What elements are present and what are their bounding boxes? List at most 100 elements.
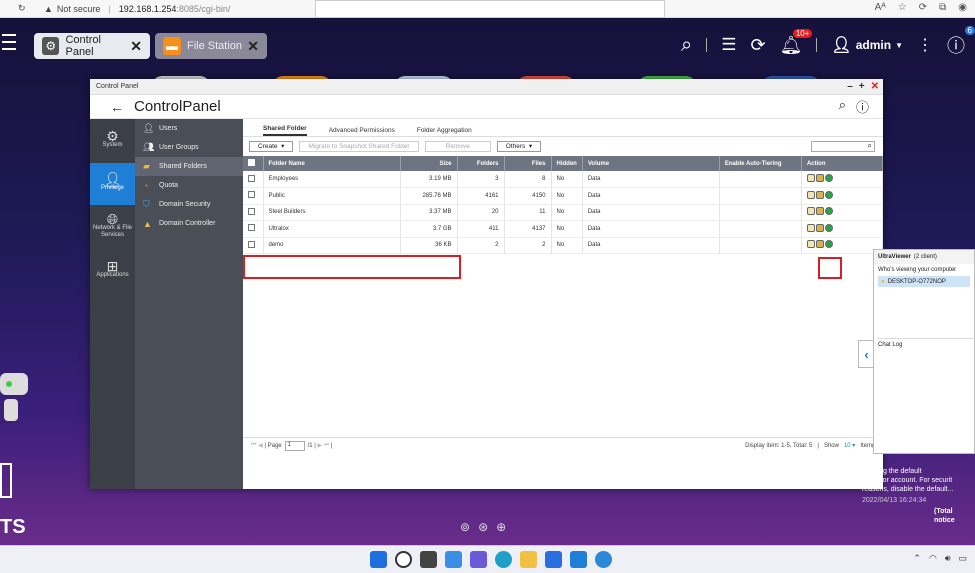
close-icon[interactable]: ✕ bbox=[247, 38, 259, 55]
column-header[interactable]: Size bbox=[400, 156, 458, 171]
refresh-icon[interactable] bbox=[824, 190, 833, 199]
more-options-icon[interactable]: ⋮ bbox=[917, 35, 933, 55]
sidebar-item-users[interactable]: 👤︎ Users bbox=[135, 119, 243, 138]
prev-page-icon[interactable]: ◀ bbox=[258, 442, 263, 449]
category-system[interactable]: ⚙ System bbox=[90, 119, 135, 163]
user-menu[interactable]: 👤︎ admin ▼ bbox=[831, 35, 903, 55]
help-icon[interactable]: ⓘ bbox=[856, 97, 869, 116]
table-row[interactable]: Employees 3.19 MB 3 8 No Data bbox=[243, 171, 884, 188]
search-icon[interactable]: ⌕ bbox=[681, 34, 692, 57]
permissions-icon[interactable] bbox=[815, 190, 824, 199]
volume-icon[interactable]: 🔊︎ bbox=[945, 553, 951, 564]
table-row[interactable]: Public 285.76 MB 4161 4150 No Data bbox=[243, 187, 884, 205]
edit-icon[interactable] bbox=[806, 240, 815, 249]
tab-file-station[interactable]: ▬ File Station ✕ bbox=[155, 33, 267, 59]
edit-icon[interactable] bbox=[806, 223, 815, 232]
migrate-button[interactable]: Migrate to Snapshot Shared Folder bbox=[299, 140, 419, 152]
client-list-item[interactable]: ● DESKTOP-O772NOP bbox=[878, 276, 970, 287]
ultraviewer-collapse-button[interactable]: ‹ bbox=[858, 340, 874, 368]
chat-icon[interactable] bbox=[470, 551, 487, 568]
sync-icon[interactable]: ⟳ bbox=[750, 35, 765, 56]
row-checkbox[interactable] bbox=[248, 207, 255, 215]
battery-icon[interactable]: ▭ bbox=[958, 553, 967, 564]
select-all-checkbox[interactable] bbox=[248, 159, 255, 166]
start-icon[interactable] bbox=[370, 551, 387, 568]
info-icon[interactable]: ⓘ 6 bbox=[947, 26, 975, 58]
profile-icon[interactable]: ◉ bbox=[958, 2, 967, 13]
reload-icon[interactable]: ↻ bbox=[18, 3, 32, 14]
table-row[interactable]: demo 36 KB 2 2 No Data bbox=[243, 237, 884, 254]
category-network[interactable]: 🌐︎ Network & File Services bbox=[90, 205, 135, 249]
dock-icon[interactable]: ⊛ bbox=[478, 520, 488, 534]
edit-icon[interactable] bbox=[806, 190, 815, 199]
menu-icon[interactable] bbox=[2, 34, 16, 55]
widgets-icon[interactable] bbox=[445, 551, 462, 568]
mail-icon[interactable] bbox=[570, 551, 587, 568]
category-applications[interactable]: ⊞ Applications bbox=[90, 249, 135, 293]
row-checkbox[interactable] bbox=[248, 174, 255, 182]
permissions-icon[interactable] bbox=[815, 174, 824, 182]
table-row[interactable]: Ultralox 3.7 GB 411 4137 No Data bbox=[243, 220, 884, 238]
sidebar-item-domain-security[interactable]: ⛉ Domain Security bbox=[135, 195, 243, 214]
page-input[interactable]: 1 bbox=[284, 440, 305, 451]
dock-icon[interactable]: ⊕ bbox=[496, 520, 506, 534]
sidebar-item-domain-controller[interactable]: ▲ Domain Controller bbox=[135, 214, 243, 233]
edit-icon[interactable] bbox=[806, 207, 815, 216]
search-icon[interactable] bbox=[395, 551, 412, 568]
category-privilege[interactable]: 👤︎ Privilege bbox=[90, 163, 135, 205]
next-page-icon[interactable]: ▶ bbox=[318, 442, 323, 449]
tab-shared-folder[interactable]: Shared Folder bbox=[263, 125, 307, 136]
column-header[interactable]: Hidden bbox=[551, 156, 583, 171]
ultraviewer-icon[interactable] bbox=[595, 551, 612, 568]
refresh-icon[interactable] bbox=[824, 174, 833, 182]
table-row[interactable]: Steel Builders 3.37 MB 20 11 No Data bbox=[243, 204, 884, 221]
edit-icon[interactable] bbox=[806, 174, 815, 182]
chat-log[interactable]: Chat Log bbox=[877, 338, 975, 448]
last-page-icon[interactable]: ⏭ bbox=[324, 442, 329, 449]
row-checkbox[interactable] bbox=[248, 240, 255, 248]
notification-toast[interactable]: re using the default inistrator account.… bbox=[862, 467, 975, 524]
refresh-icon[interactable] bbox=[824, 240, 833, 249]
favorite-icon[interactable]: ☆ bbox=[898, 2, 907, 13]
tab-folder-aggregation[interactable]: Folder Aggregation bbox=[417, 127, 472, 136]
permissions-icon[interactable] bbox=[815, 240, 824, 249]
find-bar[interactable] bbox=[315, 0, 665, 18]
search-input[interactable]: ⌕ bbox=[811, 140, 875, 152]
close-icon[interactable]: ✕ bbox=[130, 38, 142, 55]
column-header[interactable]: Folders bbox=[457, 156, 505, 171]
column-header[interactable]: Volume bbox=[582, 156, 720, 171]
edge-icon[interactable] bbox=[495, 551, 512, 568]
back-arrow-icon[interactable]: ← bbox=[110, 99, 124, 115]
refresh-icon[interactable] bbox=[824, 223, 833, 232]
column-header[interactable]: Folder Name bbox=[263, 156, 401, 171]
wifi-icon[interactable]: ◠ bbox=[929, 553, 937, 564]
search-icon[interactable]: ⌕ bbox=[839, 97, 846, 116]
tab-advanced-permissions[interactable]: Advanced Permissions bbox=[329, 127, 395, 136]
tasks-icon[interactable]: ☰ bbox=[721, 35, 736, 55]
column-header[interactable]: Enable Auto-Tiering bbox=[719, 156, 802, 171]
notification-icon[interactable]: 🔔︎ 10+ bbox=[780, 28, 813, 56]
page-size-select[interactable]: 10 ▾ bbox=[844, 442, 855, 449]
dock-icon[interactable]: ⊚ bbox=[460, 520, 470, 534]
first-page-icon[interactable]: ⏮ bbox=[251, 442, 256, 449]
others-button[interactable]: Others ▾ bbox=[496, 140, 542, 152]
security-indicator[interactable]: ▲ Not secure bbox=[44, 4, 100, 14]
maximize-icon[interactable]: + bbox=[859, 81, 865, 92]
file-explorer-icon[interactable] bbox=[520, 551, 537, 568]
refresh-icon[interactable]: ⟳ bbox=[919, 2, 927, 13]
close-icon[interactable]: ✕ bbox=[871, 81, 879, 92]
sidebar-item-shared-folders[interactable]: ▰ Shared Folders bbox=[135, 157, 243, 176]
task-view-icon[interactable] bbox=[420, 551, 437, 568]
sidebar-item-user-groups[interactable]: 👥︎ User Groups bbox=[135, 138, 243, 157]
minimize-icon[interactable]: – bbox=[847, 81, 853, 92]
create-button[interactable]: Create ▾ bbox=[249, 140, 294, 152]
collections-icon[interactable]: ⧉ bbox=[939, 2, 946, 13]
chevron-up-icon[interactable]: ⌃ bbox=[913, 553, 921, 564]
permissions-icon[interactable] bbox=[815, 223, 824, 232]
row-checkbox[interactable] bbox=[248, 191, 255, 199]
tab-control-panel[interactable]: ⚙ Control Panel ✕ bbox=[34, 33, 150, 59]
row-checkbox[interactable] bbox=[248, 224, 255, 232]
read-aloud-icon[interactable]: Aᴬ bbox=[875, 2, 886, 13]
remove-button[interactable]: Remove bbox=[424, 140, 491, 152]
refresh-icon[interactable] bbox=[824, 207, 833, 216]
